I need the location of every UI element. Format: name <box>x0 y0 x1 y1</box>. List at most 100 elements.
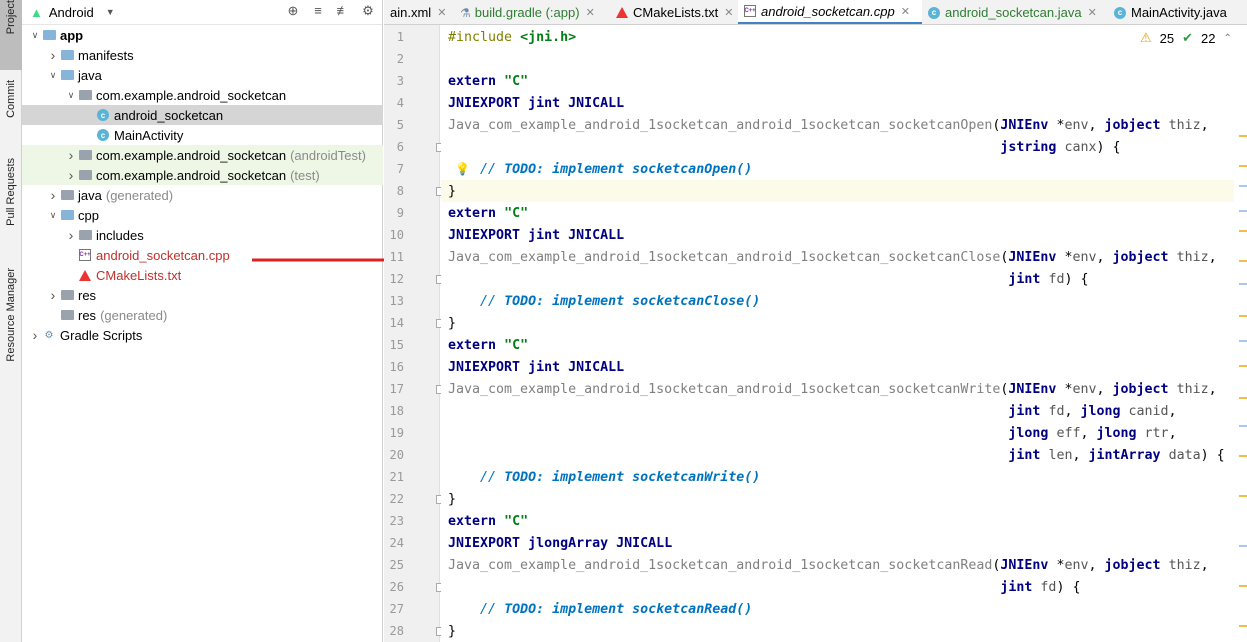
chevron-right-icon[interactable]: › <box>46 187 60 203</box>
code-line[interactable]: #include <jni.h> <box>441 26 1234 48</box>
code-line[interactable] <box>441 48 1234 70</box>
chevron-right-icon[interactable]: › <box>64 147 78 163</box>
close-icon[interactable]: ✕ <box>437 6 446 19</box>
code-line[interactable]: } <box>441 312 1234 334</box>
tree-item[interactable]: ∨ cpp <box>22 205 383 225</box>
line-number-gutter[interactable]: 1 2 3 4 5 6 7 8 9 10 11 12 13 14 15 16 17 18 19 20 21 22 23 24 2… <box>384 25 445 642</box>
code-line[interactable]: extern "C" <box>441 70 1234 92</box>
stripe-mark[interactable] <box>1239 455 1247 457</box>
error-stripe[interactable] <box>1234 25 1247 642</box>
code-line[interactable]: JNIEXPORT jint JNICALL <box>441 356 1234 378</box>
stripe-mark[interactable] <box>1239 210 1247 212</box>
code-line[interactable]: } <box>441 180 1234 202</box>
tab-android-socketcan-cpp[interactable]: C++ android_socketcan.cpp ✕ <box>738 0 922 24</box>
code-line[interactable]: JNIEXPORT jlongArray JNICALL <box>441 532 1234 554</box>
code-line[interactable]: Java_com_example_android_1socketcan_andr… <box>441 554 1234 576</box>
chevron-down-icon[interactable]: ∨ <box>46 70 60 81</box>
resource-manager-tool-button[interactable]: Resource Manager <box>0 268 22 388</box>
chevron-down-icon[interactable]: ∨ <box>64 90 78 101</box>
code-line[interactable]: jlong eff, jlong rtr, <box>441 422 1234 444</box>
code-line[interactable]: } <box>441 620 1234 642</box>
tree-item[interactable]: ∨ app <box>22 25 383 45</box>
code-line[interactable]: JNIEXPORT jint JNICALL <box>441 92 1234 114</box>
stripe-mark[interactable] <box>1239 365 1247 367</box>
stripe-mark[interactable] <box>1239 260 1247 262</box>
stripe-mark[interactable] <box>1239 230 1247 232</box>
stripe-mark[interactable] <box>1239 165 1247 167</box>
close-icon[interactable]: ✕ <box>724 6 733 19</box>
tree-item[interactable]: › com.example.android_socketcan (androidTe… <box>22 145 383 165</box>
stripe-mark[interactable] <box>1239 585 1247 587</box>
tree-item[interactable]: c MainActivity <box>22 125 383 145</box>
chevron-right-icon[interactable]: › <box>64 227 78 243</box>
code-line[interactable]: jint fd, jlong canid, <box>441 400 1234 422</box>
code-line[interactable]: } <box>441 488 1234 510</box>
stripe-mark[interactable] <box>1239 135 1247 137</box>
chevron-up-icon[interactable]: ⌃ <box>1224 33 1232 44</box>
tree-item[interactable]: › java (generated) <box>22 185 383 205</box>
expand-all-icon[interactable]: ≡ <box>310 3 326 19</box>
project-tool-button[interactable]: Project <box>0 0 22 70</box>
code-line[interactable]: extern "C" <box>441 334 1234 356</box>
locate-file-icon[interactable]: ⊕ <box>285 3 301 19</box>
chevron-down-icon[interactable]: ∨ <box>46 210 60 221</box>
chevron-right-icon[interactable]: › <box>46 47 60 63</box>
tree-item[interactable]: › includes <box>22 225 383 245</box>
gradle-icon: ⚗ <box>460 5 471 20</box>
stripe-mark[interactable] <box>1239 495 1247 497</box>
stripe-mark[interactable] <box>1239 545 1247 547</box>
inspection-widget[interactable]: ⚠ 25 ✔ 22 ⌃ <box>1140 30 1232 46</box>
stripe-mark[interactable] <box>1239 425 1247 427</box>
tree-item-label: com.example.android_socketcan <box>96 87 287 103</box>
tab-cmakelists[interactable]: CMakeLists.txt ✕ <box>610 0 738 24</box>
tree-item[interactable]: › res <box>22 285 383 305</box>
commit-tool-button[interactable]: Commit <box>0 80 22 150</box>
code-line[interactable]: JNIEXPORT jint JNICALL <box>441 224 1234 246</box>
tab-android-socketcan-java[interactable]: c android_socketcan.java ✕ <box>922 0 1108 24</box>
code-line[interactable]: jint fd) { <box>441 268 1234 290</box>
code-text: // TODO: implement socketcanClose() <box>480 293 761 309</box>
code-line[interactable]: jint len, jintArray data) { <box>441 444 1234 466</box>
tree-item[interactable]: › com.example.android_socketcan (test) <box>22 165 383 185</box>
close-icon[interactable]: ✕ <box>1088 6 1097 19</box>
gear-icon[interactable]: ⚙ <box>360 3 376 19</box>
collapse-all-icon[interactable]: ≢ <box>335 3 351 19</box>
close-icon[interactable]: ✕ <box>901 5 910 18</box>
code-line[interactable]: jstring canx) { <box>441 136 1234 158</box>
tab-build-gradle[interactable]: ⚗ build.gradle (:app) ✕ <box>454 0 610 24</box>
tree-item[interactable]: ∨ java <box>22 65 383 85</box>
stripe-mark[interactable] <box>1239 315 1247 317</box>
code-line[interactable]: Java_com_example_android_1socketcan_andr… <box>441 246 1234 268</box>
chevron-right-icon[interactable]: › <box>28 327 42 343</box>
code-line[interactable]: extern "C" <box>441 510 1234 532</box>
tree-item[interactable]: › ⚙ Gradle Scripts <box>22 325 383 345</box>
code-line[interactable]: // TODO: implement socketcanWrite() <box>441 466 1234 488</box>
pull-requests-tool-button[interactable]: Pull Requests <box>0 158 22 238</box>
tree-item[interactable]: ∨ com.example.android_socketcan <box>22 85 383 105</box>
stripe-mark[interactable] <box>1239 185 1247 187</box>
stripe-mark[interactable] <box>1239 283 1247 285</box>
code-editor[interactable]: #include <jni.h> extern "C" JNIEXPORT jint… <box>441 25 1234 642</box>
stripe-mark[interactable] <box>1239 340 1247 342</box>
code-line[interactable]: jint fd) { <box>441 576 1234 598</box>
code-line[interactable]: Java_com_example_android_1socketcan_andr… <box>441 378 1234 400</box>
tree-item[interactable]: res (generated) <box>22 305 383 325</box>
code-text: Java_com_example_android_1socketcan_andr… <box>448 381 1217 397</box>
code-line[interactable]: // TODO: implement socketcanRead() <box>441 598 1234 620</box>
code-line[interactable]: // TODO: implement socketcanOpen() 💡 <box>441 158 1234 180</box>
chevron-down-icon[interactable]: ∨ <box>28 30 42 41</box>
stripe-mark[interactable] <box>1239 397 1247 399</box>
code-line[interactable]: // TODO: implement socketcanClose() <box>441 290 1234 312</box>
code-line[interactable]: extern "C" <box>441 202 1234 224</box>
tab-mainactivity-java[interactable]: c MainActivity.java <box>1108 0 1247 24</box>
close-icon[interactable]: ✕ <box>586 6 595 19</box>
stripe-mark[interactable] <box>1239 625 1247 627</box>
chevron-right-icon[interactable]: › <box>64 167 78 183</box>
tree-item[interactable]: c android_socketcan <box>22 105 383 125</box>
line-number-text: 2 <box>396 52 404 66</box>
tree-item[interactable]: › manifests <box>22 45 383 65</box>
chevron-right-icon[interactable]: › <box>46 287 60 303</box>
lightbulb-icon[interactable]: 💡 <box>455 162 470 176</box>
code-line[interactable]: Java_com_example_android_1socketcan_andr… <box>441 114 1234 136</box>
tab-main-xml[interactable]: ain.xml ✕ <box>384 0 454 24</box>
